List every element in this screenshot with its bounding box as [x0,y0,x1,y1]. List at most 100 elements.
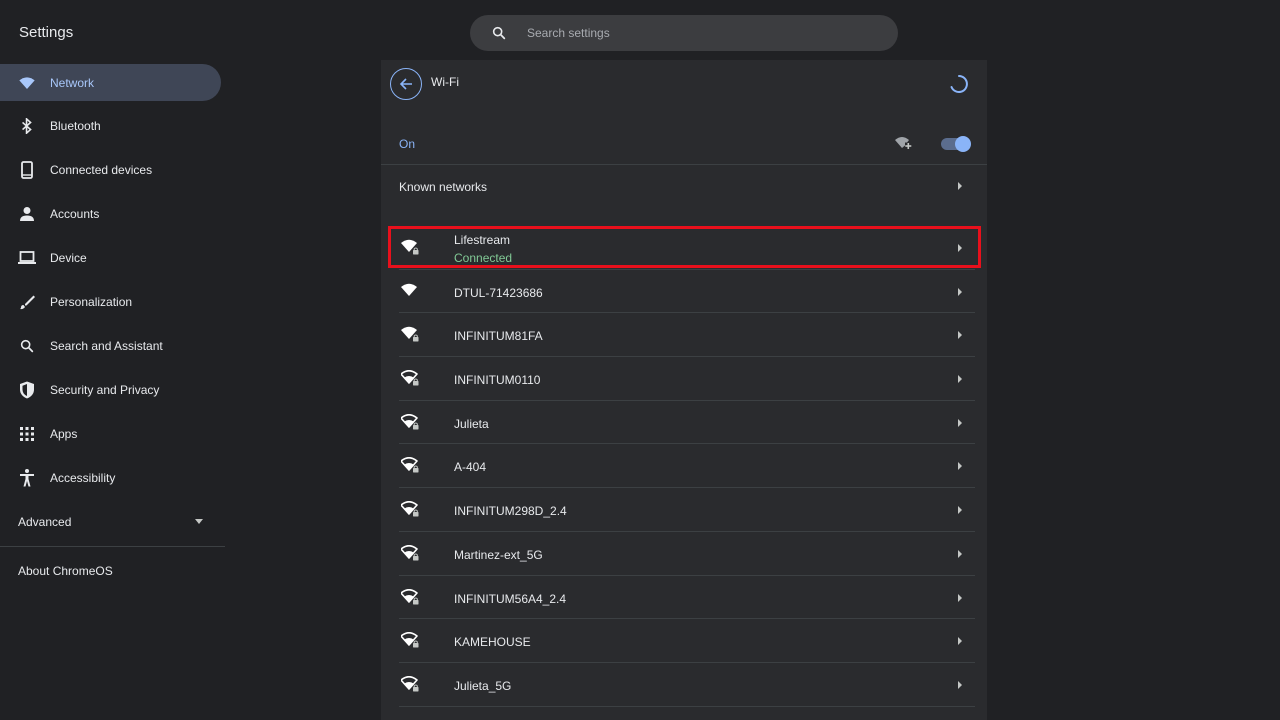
network-list: Lifestream Connected DTUL-71423686 INFINITU… [381,226,987,707]
network-row[interactable]: INFINITUM56A4_2.4 [381,576,987,620]
network-row[interactable]: Julieta [381,401,987,445]
chevron-right-icon [958,462,962,471]
sidebar-item-device[interactable]: Device [0,236,221,280]
laptop-icon [18,249,36,267]
network-name: Julieta [454,416,489,431]
wifi-icon [18,74,36,92]
wifi-lock-icon [401,588,419,604]
network-row[interactable]: DTUL-71423686 [381,270,987,314]
wifi-toggle-knob [955,136,971,152]
network-name: INFINITUM56A4_2.4 [454,591,567,606]
bluetooth-icon [18,117,36,135]
known-networks-row[interactable]: Known networks [381,165,987,207]
wifi-lock-icon [401,370,419,386]
advanced-label: Advanced [18,515,72,529]
network-name: INFINITUM298D_2.4 [454,504,567,519]
accessibility-icon [18,469,36,487]
back-button[interactable] [390,68,422,100]
sidebar-item-personalization[interactable]: Personalization [0,280,221,324]
apps-grid-icon [18,425,36,443]
sidebar-item-connected-devices[interactable]: Connected devices [0,148,221,192]
shield-icon [18,381,36,399]
wifi-lock-icon [401,413,419,430]
arrow-back-icon [399,78,412,90]
search-input[interactable] [527,23,867,43]
sidebar-item-security-and-privacy[interactable]: Security and Privacy [0,368,221,412]
sidebar-item-label: Accessibility [50,471,116,485]
network-name: INFINITUM81FA [454,329,543,344]
chevron-right-icon [958,287,962,296]
network-row[interactable]: INFINITUM0110 [381,357,987,401]
network-row[interactable]: Martinez-ext_5G [381,532,987,576]
chevron-down-icon [195,519,203,524]
sidebar-item-label: Network [50,75,95,90]
chevron-right-icon [958,418,962,427]
network-name: KAMEHOUSE [454,635,531,650]
wifi-icon [401,283,417,296]
person-icon [18,205,36,223]
network-row[interactable]: INFINITUM298D_2.4 [381,488,987,532]
wifi-lock-icon [401,327,419,342]
network-name: Martinez-ext_5G [454,547,543,562]
network-row[interactable]: KAMEHOUSE [381,619,987,663]
network-name: INFINITUM0110 [454,373,541,388]
network-name: A-404 [454,460,487,475]
search-icon [492,26,506,40]
sidebar-item-bluetooth[interactable]: Bluetooth [0,104,221,148]
chevron-right-icon [958,375,962,384]
sidebar-item-label: Apps [50,427,78,441]
wifi-panel: Wi-Fi On Known networks Lifestream Connec… [381,60,987,720]
chevron-right-icon [958,331,962,340]
wifi-toggle[interactable] [941,136,971,152]
sidebar-item-label: Accounts [50,207,100,221]
known-networks-label: Known networks [399,180,488,194]
chevron-right-icon [958,637,962,646]
sidebar-item-label: Bluetooth [50,119,101,133]
phone-icon [18,161,36,179]
network-row[interactable]: Lifestream Connected [381,226,987,270]
sidebar-item-label: Connected devices [50,163,153,177]
chevron-right-icon [958,244,962,252]
chevron-right-icon [958,506,962,515]
wifi-lock-icon [401,675,419,692]
sidebar-item-about[interactable]: About ChromeOS [0,547,225,595]
panel-header: Wi-Fi [381,60,987,108]
wifi-lock-icon [401,457,419,473]
sidebar-item-network[interactable]: Network [0,64,221,101]
sidebar-item-accessibility[interactable]: Accessibility [0,456,221,500]
wifi-lock-icon [401,501,419,517]
chevron-right-icon [958,680,962,689]
search-icon [18,337,36,355]
network-row[interactable]: A-404 [381,444,987,489]
sidebar-item-label: Device [50,251,87,265]
sidebar-advanced-toggle[interactable]: Advanced [0,500,221,544]
network-status: Connected [454,251,513,265]
chevron-right-icon [958,593,962,602]
sidebar-item-label: Personalization [50,295,133,309]
about-label: About ChromeOS [18,564,113,578]
wifi-on-label: On [399,137,416,151]
sidebar-item-accounts[interactable]: Accounts [0,192,221,236]
loading-spinner-icon [950,75,968,93]
wifi-lock-icon [401,632,419,648]
top-bar: Settings [0,0,1280,60]
sidebar-item-search-and-assistant[interactable]: Search and Assistant [0,324,221,368]
app-title: Settings [19,24,74,41]
sidebar-item-apps[interactable]: Apps [0,412,221,456]
network-row[interactable]: Julieta_5G [381,663,987,707]
add-wifi-network-icon[interactable] [895,136,913,150]
sidebar-item-label: Security and Privacy [50,383,160,397]
brush-icon [18,293,36,311]
wifi-on-row: On [381,122,987,164]
chevron-right-icon [958,182,962,190]
search-box[interactable] [470,15,898,51]
sidebar-item-label: Search and Assistant [50,339,163,353]
wifi-lock-icon [401,544,419,561]
divider [399,705,975,707]
network-name: DTUL-71423686 [454,285,543,300]
network-row[interactable]: INFINITUM81FA [381,313,987,358]
network-name: Lifestream [454,233,511,247]
wifi-lock-icon [401,239,419,255]
page-title: Wi-Fi [431,75,459,89]
sidebar: Network Bluetooth Connected devices Acco… [0,60,225,595]
